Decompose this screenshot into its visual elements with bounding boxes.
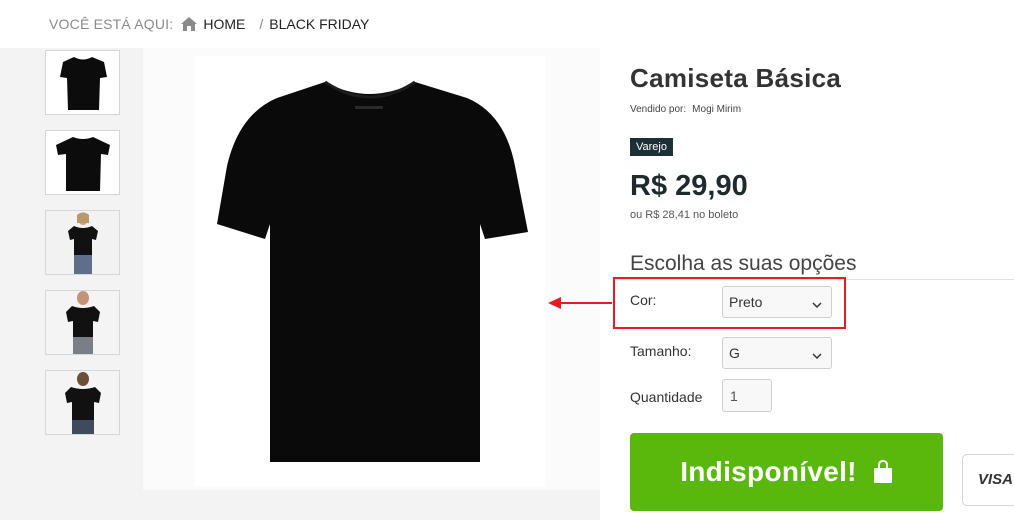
visa-label: VISA: [978, 471, 1014, 488]
thumbnail-tshirt-flat[interactable]: [45, 130, 120, 195]
seller-label: Vendido por:: [630, 104, 687, 115]
size-label: Tamanho:: [630, 343, 692, 359]
thumbnail-man-back[interactable]: [45, 370, 120, 435]
home-icon[interactable]: [181, 17, 198, 31]
seller-name[interactable]: Mogi Mirim: [692, 104, 741, 115]
thumbnail-man-wearing[interactable]: [45, 290, 120, 355]
man-wearing-black-tshirt-icon: [46, 291, 119, 354]
man-wearing-black-tshirt-back-icon: [46, 371, 119, 434]
shopping-bag-icon: [873, 460, 893, 484]
black-tshirt-front-icon: [60, 57, 107, 110]
size-select[interactable]: G: [722, 337, 832, 369]
product-title: Camiseta Básica: [630, 63, 842, 93]
visa-payment-badge: VISA: [962, 454, 1014, 506]
quantity-label: Quantidade: [630, 389, 703, 405]
options-title: Escolha as suas opções: [630, 252, 857, 275]
breadcrumb-separator: /: [259, 16, 264, 32]
annotation-highlight-box: [613, 277, 846, 329]
breadcrumb-home-link[interactable]: HOME: [203, 16, 245, 32]
main-product-image: [143, 48, 600, 490]
black-tshirt-icon: [217, 80, 528, 462]
quantity-input[interactable]: 1: [722, 379, 772, 412]
product-price: R$ 29,90: [630, 170, 748, 202]
buy-button[interactable]: Indisponível!: [630, 433, 943, 511]
woman-wearing-black-tshirt-icon: [46, 211, 119, 274]
chevron-down-icon: [812, 348, 822, 366]
top-bar: VOCÊ ESTÁ AQUI: HOME / BLACK FRIDAY: [0, 0, 1014, 48]
breadcrumb-prefix: VOCÊ ESTÁ AQUI:: [49, 16, 174, 32]
seller-info: Vendido por: Mogi Mirim: [630, 104, 741, 115]
thumbnail-woman-wearing[interactable]: [45, 210, 120, 275]
quantity-value: 1: [730, 388, 738, 404]
black-tshirt-flat-icon: [56, 137, 110, 191]
buy-button-label: Indisponível!: [680, 456, 857, 487]
annotation-arrow-icon: [548, 296, 612, 314]
breadcrumb: VOCÊ ESTÁ AQUI: HOME / BLACK FRIDAY: [49, 16, 369, 32]
retail-tag: Varejo: [630, 138, 673, 156]
boleto-price: ou R$ 28,41 no boleto: [630, 209, 739, 221]
breadcrumb-current[interactable]: BLACK FRIDAY: [269, 16, 369, 32]
thumbnail-tshirt-front[interactable]: [45, 50, 120, 115]
size-select-value: G: [729, 345, 740, 361]
